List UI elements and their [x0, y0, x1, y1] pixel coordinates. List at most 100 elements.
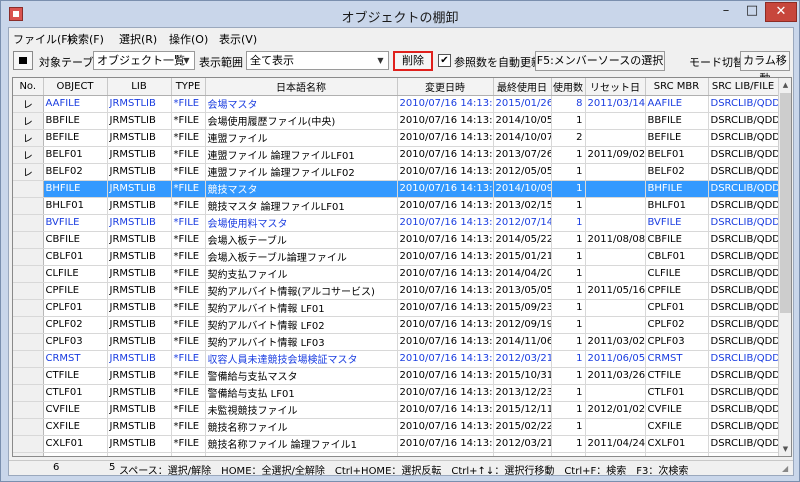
src-mbr-cell: BHLF01 [645, 197, 709, 215]
object-table: No. OBJECT LIB TYPE 日本語名称 変更日時 最終使用日 使用数… [13, 78, 779, 456]
scroll-thumb[interactable] [780, 93, 791, 313]
type-cell: *FILE [171, 197, 206, 215]
lib-cell: JRMSTLIB [107, 299, 172, 317]
scroll-down-icon[interactable]: ▼ [779, 442, 791, 456]
auto-update-checkbox[interactable]: ✔ [438, 54, 451, 67]
stop-button[interactable] [13, 51, 33, 70]
auto-update-label: 参照数を自動更新 [454, 56, 542, 69]
table-row[interactable]: CPLF03 JRMSTLIB *FILE 契約アルバイト情報 LF03 2010/07… [13, 333, 779, 351]
col-changed-at[interactable]: 変更日時 [397, 78, 494, 96]
changed-cell: 2010/07/16 14:13:22 [397, 384, 494, 402]
row-check [13, 180, 44, 198]
col-no[interactable]: No. [13, 78, 44, 96]
col-type[interactable]: TYPE [171, 78, 206, 96]
table-row[interactable]: CPFILE JRMSTLIB *FILE 契約アルバイト情報(アルコサービス) 201… [13, 282, 779, 300]
table-row[interactable]: レ BELF01 JRMSTLIB *FILE 連盟ファイル 論理ファイルLF01 201… [13, 146, 779, 164]
row-check [13, 197, 44, 215]
maximize-button[interactable]: □ [739, 2, 765, 22]
table-row[interactable]: CXLF01 JRMSTLIB *FILE 競技名称ファイル 論理ファイル1 2010/… [13, 435, 779, 453]
changed-cell: 2010/07/16 14:13:22 [397, 282, 494, 300]
type-cell: *FILE [171, 112, 206, 130]
changed-cell: 2010/07/16 14:13:22 [397, 350, 494, 368]
table-row[interactable]: CPLF02 JRMSTLIB *FILE 契約アルバイト情報 LF02 2010/07… [13, 316, 779, 334]
object-cell: CPLF02 [43, 316, 108, 334]
table-row[interactable]: CBLF01 JRMSTLIB *FILE 会場入板テーブル論理ファイル 2010/07… [13, 248, 779, 266]
table-row[interactable]: レ BEFILE JRMSTLIB *FILE 連盟ファイル 2010/07/16 14:… [13, 129, 779, 147]
object-grid[interactable]: No. OBJECT LIB TYPE 日本語名称 変更日時 最終使用日 使用数… [12, 77, 792, 457]
src-lib-cell: DSRCLIB/QDDSSRC [708, 435, 779, 453]
src-mbr-cell: CBLF01 [645, 248, 709, 266]
name-cell: 警備給与支払 LF01 [205, 384, 398, 402]
table-row[interactable]: CVFILE JRMSTLIB *FILE 未監視競技ファイル 2010/07/16 1… [13, 401, 779, 419]
last-used-cell: 2013/07/26 [493, 146, 552, 164]
count-cell: 1 [551, 418, 586, 436]
table-row[interactable]: レ AAFILE JRMSTLIB *FILE 会場マスタ 2010/07/16 14:1… [13, 95, 779, 113]
scroll-up-icon[interactable]: ▲ [779, 78, 791, 92]
last-used-cell: 2012/03/21 [493, 435, 552, 453]
delete-button[interactable]: 削除 [393, 51, 433, 71]
row-check [13, 299, 44, 317]
minimize-button[interactable]: – [713, 2, 739, 22]
type-cell: *FILE [171, 265, 206, 283]
changed-cell: 2010/07/16 14:13:22 [397, 316, 494, 334]
col-use-count[interactable]: 使用数 [551, 78, 586, 96]
count-cell: 1 [551, 299, 586, 317]
last-used-cell: 2015/11/28 [493, 452, 552, 456]
table-row[interactable]: BHLF01 JRMSTLIB *FILE 競技マスタ 論理ファイルLF01 2010/… [13, 197, 779, 215]
table-row[interactable]: CXLF02JRMSTLIB*FILE競技名称ファイル 論理ファイル022010… [13, 452, 779, 456]
reset-cell [585, 180, 646, 198]
vertical-scrollbar[interactable]: ▲ ▼ [778, 78, 791, 456]
type-cell: *FILE [171, 418, 206, 436]
table-row[interactable]: BHFILE JRMSTLIB *FILE 競技マスタ 2010/07/16 14:13… [13, 180, 779, 198]
src-mbr-cell: CVFILE [645, 401, 709, 419]
menu-search[interactable]: 検索(F) [67, 31, 104, 47]
col-src-lib-file[interactable]: SRC LIB/FILE [708, 78, 779, 96]
row-check [13, 265, 44, 283]
lib-cell: JRMSTLIB [107, 435, 172, 453]
table-row[interactable]: CBFILE JRMSTLIB *FILE 会場入板テーブル 2010/07/16 14… [13, 231, 779, 249]
object-cell: CPLF01 [43, 299, 108, 317]
table-row[interactable]: CLFILE JRMSTLIB *FILE 契約支払ファイル 2010/07/16 14… [13, 265, 779, 283]
mode-switch-label[interactable]: モード切替 [689, 54, 744, 70]
menu-view[interactable]: 表示(V) [219, 31, 257, 47]
menu-select[interactable]: 選択(R) [119, 31, 157, 47]
table-row[interactable]: レ BBFILE JRMSTLIB *FILE 会場使用履歴ファイル(中央) 2010/0… [13, 112, 779, 130]
col-reset-date[interactable]: リセット日 [585, 78, 646, 96]
col-object[interactable]: OBJECT [43, 78, 108, 96]
close-button[interactable]: ✕ [765, 2, 797, 22]
object-cell: CXLF01 [43, 435, 108, 453]
table-row[interactable]: レ BELF02 JRMSTLIB *FILE 連盟ファイル 論理ファイルLF02 201… [13, 163, 779, 181]
col-japanese-name[interactable]: 日本語名称 [205, 78, 398, 96]
reset-cell [585, 197, 646, 215]
table-row[interactable]: CTLF01 JRMSTLIB *FILE 警備給与支払 LF01 2010/07/16… [13, 384, 779, 402]
menu-operation[interactable]: 操作(O) [169, 31, 208, 47]
col-last-used[interactable]: 最終使用日 [493, 78, 552, 96]
source-select-button[interactable]: F5:メンバーソースの選択 [535, 51, 665, 71]
type-cell: *FILE [171, 333, 206, 351]
display-range-select[interactable]: 全て表示 ▼ [246, 51, 389, 70]
last-used-cell: 2014/10/07 [493, 129, 552, 147]
target-table-select[interactable]: オブジェクト一覧 ▼ [93, 51, 195, 70]
table-row[interactable]: CXFILE JRMSTLIB *FILE 競技名称ファイル 2010/07/16 14… [13, 418, 779, 436]
column-move-button[interactable]: カラム移動 [740, 51, 790, 85]
table-row[interactable]: CTFILE JRMSTLIB *FILE 警備給与支払マスタ 2010/07/16 1… [13, 367, 779, 385]
col-src-mbr[interactable]: SRC MBR [645, 78, 709, 96]
lib-cell: JRMSTLIB [107, 112, 172, 130]
count-cell: 1 [551, 333, 586, 351]
changed-cell: 2010/07/16 14:13:22 [397, 129, 494, 147]
table-row[interactable]: CPLF01 JRMSTLIB *FILE 契約アルバイト情報 LF01 2010/07… [13, 299, 779, 317]
changed-cell: 2010/07/16 14:13:22 [397, 333, 494, 351]
src-mbr-cell: CPLF01 [645, 299, 709, 317]
table-row[interactable]: BVFILE JRMSTLIB *FILE 会場使用料マスタ 2010/07/16 14… [13, 214, 779, 232]
lib-cell: JRMSTLIB [107, 418, 172, 436]
count-cell: 1 [551, 452, 586, 456]
name-cell: 連盟ファイル 論理ファイルLF01 [205, 146, 398, 164]
row-check [13, 401, 44, 419]
name-cell: 契約アルバイト情報 LF02 [205, 316, 398, 334]
menu-file[interactable]: ファイル(F) [13, 31, 72, 47]
resize-grip-icon[interactable]: ◢ [782, 464, 792, 474]
col-lib[interactable]: LIB [107, 78, 172, 96]
name-cell: 未監視競技ファイル [205, 401, 398, 419]
object-cell: BVFILE [43, 214, 108, 232]
table-row[interactable]: CRMST JRMSTLIB *FILE 収容人員未達競技会場検証マスタ 2010/07… [13, 350, 779, 368]
